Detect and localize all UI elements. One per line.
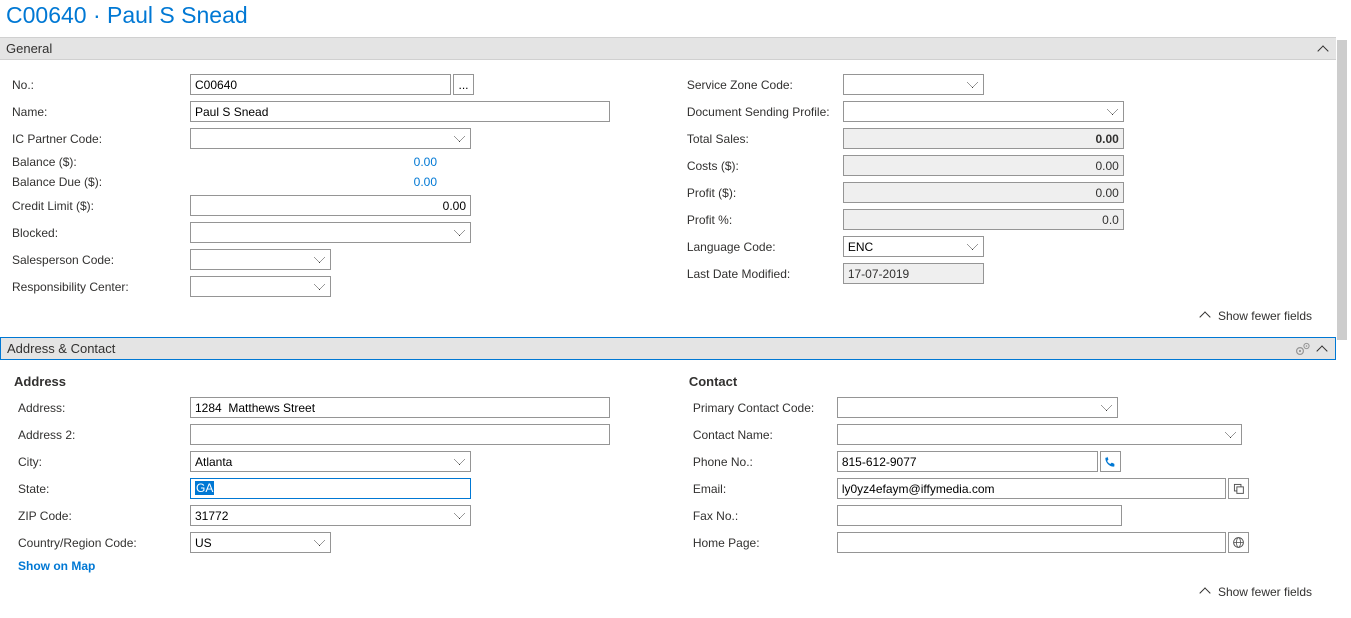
profit-pct-label: Profit %: — [685, 213, 843, 227]
scrollbar-thumb[interactable] — [1337, 40, 1347, 340]
no-lookup-button[interactable]: ... — [453, 74, 474, 95]
balance-value[interactable]: 0.00 — [190, 155, 437, 169]
contact-name-label: Contact Name: — [685, 428, 837, 442]
city-select[interactable]: Atlanta — [190, 451, 471, 472]
name-input[interactable] — [190, 101, 610, 122]
homepage-open-button[interactable] — [1228, 532, 1249, 553]
chevron-up-icon — [1200, 310, 1210, 320]
page-title: C00640 · Paul S Snead — [0, 0, 1336, 37]
credit-limit-label: Credit Limit ($): — [10, 199, 190, 213]
country-select[interactable]: US — [190, 532, 331, 553]
salesperson-select[interactable] — [190, 249, 331, 270]
address-input[interactable] — [190, 397, 610, 418]
ic-partner-label: IC Partner Code: — [10, 132, 190, 146]
name-label: Name: — [10, 105, 190, 119]
section-address-contact-header[interactable]: Address & Contact — [0, 337, 1336, 360]
globe-icon — [1232, 536, 1245, 549]
phone-label: Phone No.: — [685, 455, 837, 469]
copy-icon — [1232, 482, 1245, 495]
zip-select[interactable]: 31772 — [190, 505, 471, 526]
last-modified-label: Last Date Modified: — [685, 267, 843, 281]
responsibility-label: Responsibility Center: — [10, 280, 190, 294]
costs-value: 0.00 — [843, 155, 1124, 176]
doc-send-label: Document Sending Profile: — [685, 105, 843, 119]
language-select[interactable]: ENC — [843, 236, 984, 257]
address2-input[interactable] — [190, 424, 610, 445]
blocked-select[interactable] — [190, 222, 471, 243]
state-value-selected: GA — [195, 481, 214, 495]
section-general-body: No.: ... Name: IC Partner Code: — [0, 60, 1336, 337]
homepage-label: Home Page: — [685, 536, 837, 550]
chevron-up-icon[interactable] — [1317, 344, 1327, 354]
address-subheading: Address — [10, 374, 655, 389]
profit-label: Profit ($): — [685, 186, 843, 200]
profit-pct-value: 0.0 — [843, 209, 1124, 230]
show-on-map-link[interactable]: Show on Map — [10, 559, 95, 573]
zip-label: ZIP Code: — [10, 509, 190, 523]
costs-label: Costs ($): — [685, 159, 843, 173]
primary-contact-label: Primary Contact Code: — [685, 401, 837, 415]
show-fewer-label: Show fewer fields — [1218, 309, 1312, 323]
phone-icon — [1103, 455, 1117, 469]
show-fewer-label: Show fewer fields — [1218, 585, 1312, 599]
credit-limit-input[interactable] — [190, 195, 471, 216]
state-label: State: — [10, 482, 190, 496]
fax-input[interactable] — [837, 505, 1122, 526]
vertical-scrollbar[interactable] — [1336, 40, 1348, 600]
total-sales-value: 0.00 — [843, 128, 1124, 149]
email-label: Email: — [685, 482, 837, 496]
section-address-contact-body: Address Address: Address 2: City: Atlant… — [0, 360, 1336, 613]
chevron-up-icon[interactable] — [1318, 44, 1328, 54]
email-copy-button[interactable] — [1228, 478, 1249, 499]
contact-name-select[interactable] — [837, 424, 1242, 445]
balance-label: Balance ($): — [10, 155, 190, 169]
no-label: No.: — [10, 78, 190, 92]
address-contact-show-fewer[interactable]: Show fewer fields — [10, 579, 1326, 603]
blocked-label: Blocked: — [10, 226, 190, 240]
total-sales-label: Total Sales: — [685, 132, 843, 146]
general-show-fewer[interactable]: Show fewer fields — [10, 303, 1326, 327]
profit-value: 0.00 — [843, 182, 1124, 203]
service-zone-label: Service Zone Code: — [685, 78, 843, 92]
doc-send-select[interactable] — [843, 101, 1124, 122]
phone-input[interactable] — [837, 451, 1098, 472]
ic-partner-select[interactable] — [190, 128, 471, 149]
no-input[interactable] — [190, 74, 451, 95]
country-label: Country/Region Code: — [10, 536, 190, 550]
primary-contact-select[interactable] — [837, 397, 1118, 418]
homepage-input[interactable] — [837, 532, 1226, 553]
section-general-title: General — [6, 41, 52, 56]
city-label: City: — [10, 455, 190, 469]
service-zone-select[interactable] — [843, 74, 984, 95]
fax-label: Fax No.: — [685, 509, 837, 523]
section-general-header[interactable]: General — [0, 37, 1336, 60]
email-input[interactable] — [837, 478, 1226, 499]
address2-label: Address 2: — [10, 428, 190, 442]
last-modified-value: 17-07-2019 — [843, 263, 984, 284]
chevron-up-icon — [1200, 586, 1210, 596]
contact-subheading: Contact — [685, 374, 1330, 389]
phone-dial-button[interactable] — [1100, 451, 1121, 472]
language-label: Language Code: — [685, 240, 843, 254]
state-input[interactable]: GA — [190, 478, 471, 499]
gear-icon[interactable] — [1295, 342, 1311, 356]
salesperson-label: Salesperson Code: — [10, 253, 190, 267]
balance-due-value[interactable]: 0.00 — [190, 175, 437, 189]
balance-due-label: Balance Due ($): — [10, 175, 190, 189]
section-address-contact-title: Address & Contact — [7, 341, 115, 356]
responsibility-select[interactable] — [190, 276, 331, 297]
address-label: Address: — [10, 401, 190, 415]
